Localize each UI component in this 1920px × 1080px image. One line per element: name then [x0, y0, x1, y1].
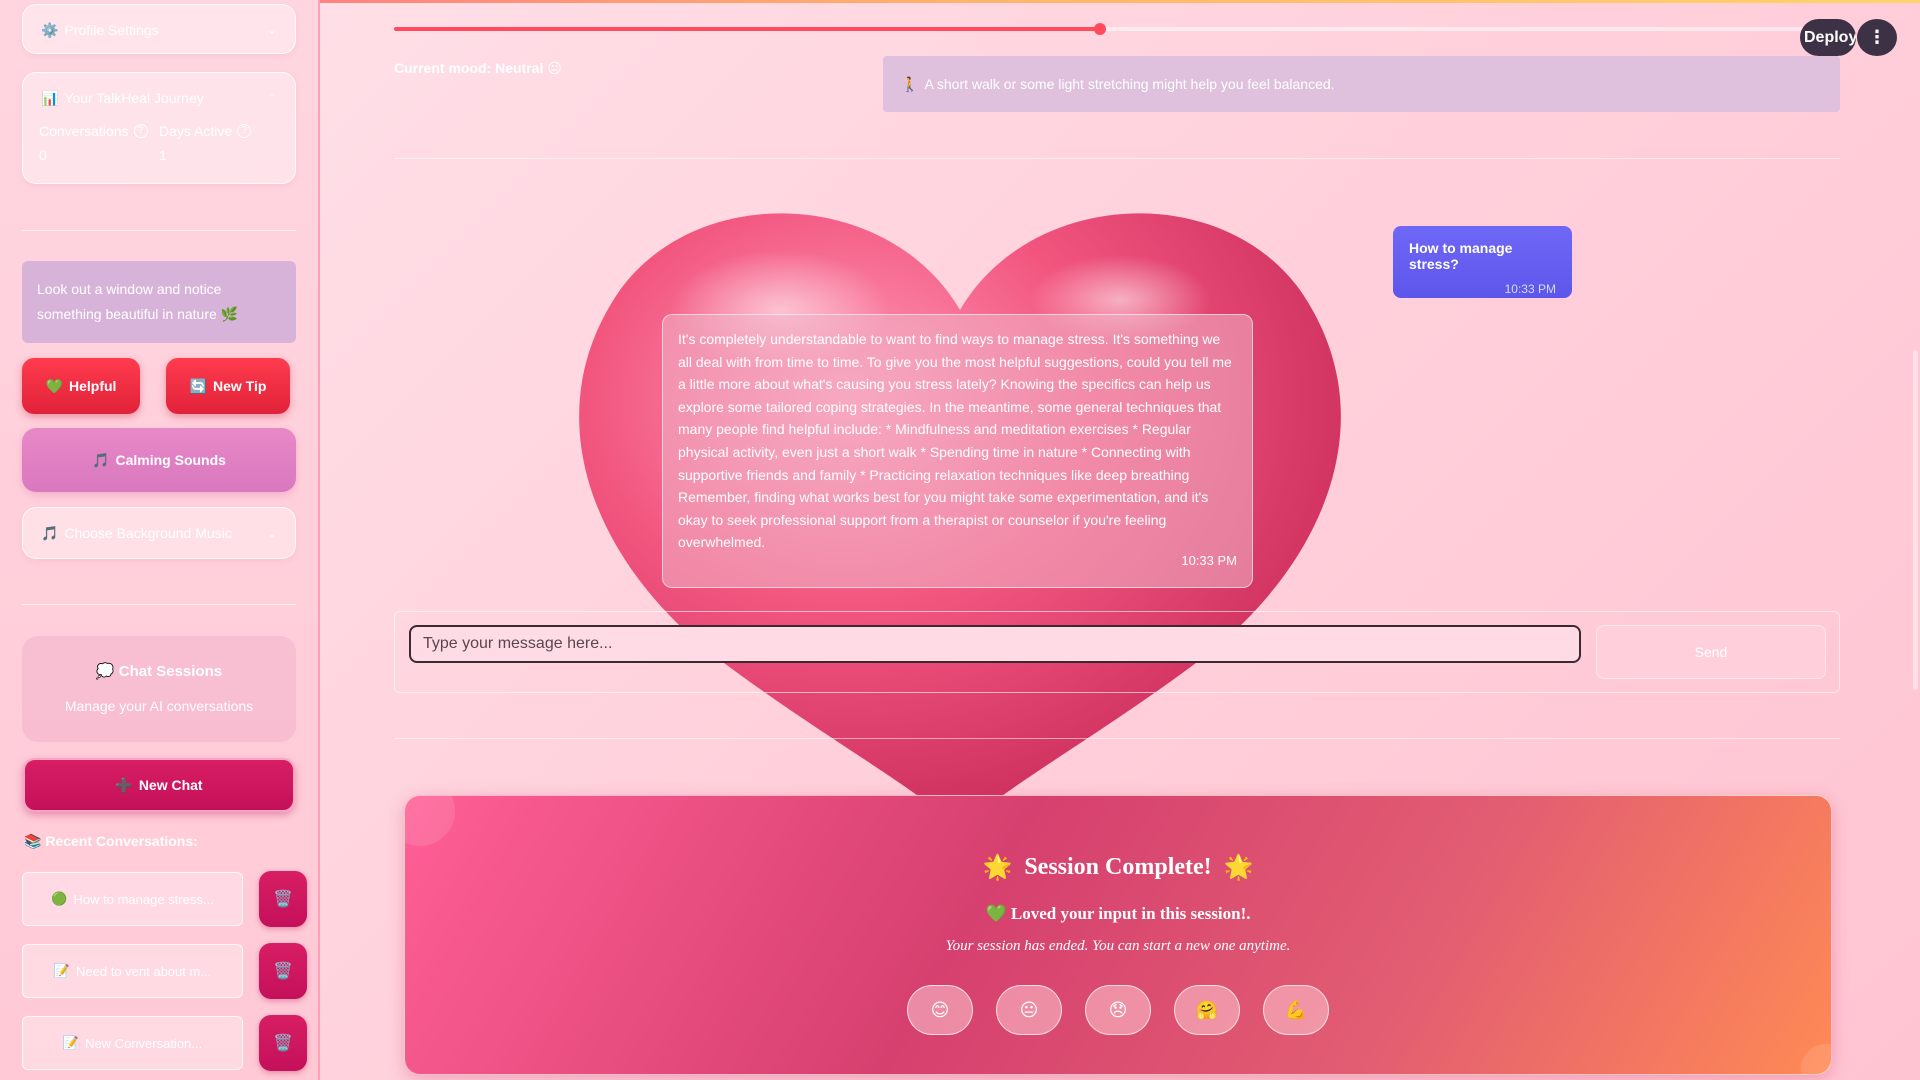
- refresh-icon: 🔄: [189, 377, 207, 394]
- new-chat-label: New Chat: [138, 777, 203, 793]
- journey-label: Your TalkHeal Journey: [64, 90, 204, 106]
- conversation-title: New Conversation...: [85, 1035, 203, 1051]
- sidebar: ⚙️ Profile Settings ⌄ 📊 Your TalkHeal Jo…: [0, 0, 320, 1080]
- chat-sessions-card: 💭 Chat Sessions Manage your AI conversat…: [22, 636, 296, 742]
- message-input[interactable]: [409, 625, 1581, 663]
- green-heart-icon: 💚: [45, 377, 63, 394]
- page-scrollbar[interactable]: [1913, 350, 1918, 690]
- metric-label: Days Active: [159, 123, 233, 139]
- metric-conversations: Conversations? 0: [39, 123, 159, 163]
- thought-bubble-icon: 💭: [95, 663, 115, 680]
- mood-strong-button[interactable]: 💪: [1263, 985, 1329, 1035]
- session-title-text: Session Complete!: [1024, 854, 1212, 880]
- delete-conversation-button[interactable]: 🗑️: [259, 871, 307, 927]
- star-icon: 🌟: [1223, 855, 1254, 881]
- session-title: 🌟 Session Complete! 🌟: [405, 853, 1831, 882]
- journey-header[interactable]: 📊 Your TalkHeal Journey ⌃: [23, 73, 295, 123]
- recent-conversations-label: Recent Conversations:: [45, 833, 198, 849]
- green-heart-icon: 💚: [985, 904, 1007, 923]
- user-message-bubble: How to manage stress? 10:33 PM: [1393, 226, 1572, 298]
- user-message-text: How to manage stress?: [1409, 240, 1513, 272]
- mood-happy-button[interactable]: 😊: [907, 985, 973, 1035]
- journey-expander: 📊 Your TalkHeal Journey ⌃ Conversations?…: [22, 72, 296, 184]
- background-music-label: Choose Background Music: [64, 525, 232, 541]
- session-progress-bar: [394, 23, 1806, 35]
- profile-settings-label: Profile Settings: [64, 22, 159, 38]
- session-feedback-message: 💚 Loved your input in this session!.: [405, 904, 1831, 924]
- music-note-icon: 🎵: [92, 451, 110, 468]
- metric-label: Conversations: [39, 123, 129, 139]
- mood-neutral-button[interactable]: 😐: [996, 985, 1062, 1035]
- sidebar-divider: [22, 604, 296, 605]
- conversation-title: Need to vent about m...: [76, 963, 212, 979]
- help-icon[interactable]: ?: [133, 124, 148, 138]
- gear-icon: ⚙️: [41, 21, 59, 38]
- conversation-title: How to manage stress...: [73, 891, 214, 907]
- chevron-down-icon: ⌄: [266, 23, 277, 37]
- user-message-time: 10:33 PM: [1504, 282, 1556, 296]
- conversation-item[interactable]: 📝 Need to vent about m...: [22, 944, 243, 998]
- books-icon: 📚: [24, 833, 42, 849]
- deploy-button[interactable]: Deploy: [1800, 19, 1856, 56]
- mood-hug-button[interactable]: 🤗: [1174, 985, 1240, 1035]
- send-button[interactable]: Send: [1596, 625, 1826, 679]
- conversation-item[interactable]: 📝 New Conversation...: [22, 1016, 243, 1070]
- green-circle-icon: 🟢: [51, 891, 68, 906]
- divider: [394, 158, 1840, 159]
- delete-conversation-button[interactable]: 🗑️: [259, 943, 307, 999]
- chat-sessions-title: Chat Sessions: [118, 663, 223, 680]
- plus-icon: ➕: [115, 776, 133, 793]
- suggestion-text: A short walk or some light stretching mi…: [924, 76, 1335, 92]
- profile-settings-expander[interactable]: ⚙️ Profile Settings ⌄: [22, 4, 296, 54]
- mood-suggestion: 🚶 A short walk or some light stretching …: [883, 56, 1840, 112]
- background-music-expander[interactable]: 🎵 Choose Background Music ⌄: [22, 507, 296, 559]
- chat-sessions-subtitle: Manage your AI conversations: [64, 698, 254, 714]
- more-menu-icon[interactable]: ⋮: [1857, 19, 1897, 56]
- memo-icon: 📝: [53, 963, 71, 978]
- chevron-down-icon: ⌄: [266, 526, 277, 540]
- current-mood: Current mood: Neutral 😐: [394, 60, 562, 76]
- trash-icon: 🗑️: [273, 891, 293, 908]
- loved-text: Loved your input in this session!.: [1010, 904, 1251, 923]
- star-icon: 🌟: [982, 855, 1013, 881]
- assistant-message-bubble: It's completely understandable to want t…: [662, 314, 1253, 588]
- assistant-message-time: 10:33 PM: [1181, 553, 1237, 569]
- music-note-icon: 🎵: [41, 524, 59, 541]
- decorative-bubble: [1801, 1044, 1831, 1074]
- metric-value: 0: [39, 147, 47, 163]
- new-tip-label: New Tip: [213, 378, 267, 394]
- delete-conversation-button[interactable]: 🗑️: [259, 1015, 307, 1071]
- trash-icon: 🗑️: [273, 963, 293, 980]
- conversation-item[interactable]: 🟢 How to manage stress...: [22, 872, 243, 926]
- assistant-message-text: It's completely understandable to want t…: [678, 331, 1232, 551]
- new-tip-button[interactable]: 🔄 New Tip: [166, 358, 290, 414]
- session-subtitle: Your session has ended. You can start a …: [945, 938, 1291, 954]
- chevron-up-icon: ⌃: [266, 91, 277, 105]
- mood-sad-button[interactable]: 😞: [1085, 985, 1151, 1035]
- journey-metrics: Conversations? 0 Days Active? 1: [23, 123, 295, 163]
- calming-sounds-label: Calming Sounds: [115, 452, 226, 468]
- calming-sounds-button[interactable]: 🎵 Calming Sounds: [22, 428, 296, 492]
- trash-icon: 🗑️: [273, 1035, 293, 1052]
- progress-knob: [1094, 23, 1106, 35]
- walking-person-icon: 🚶: [901, 75, 919, 92]
- help-icon[interactable]: ?: [237, 124, 252, 138]
- helpful-button[interactable]: 💚 Helpful: [22, 358, 140, 414]
- sidebar-divider: [22, 230, 296, 231]
- wellness-tip: Look out a window and notice something b…: [22, 261, 296, 343]
- session-complete-card: 🌟 Session Complete! 🌟 💚 Loved your input…: [404, 795, 1832, 1075]
- memo-icon: 📝: [62, 1035, 80, 1050]
- progress-fill: [394, 27, 1100, 31]
- metric-value: 1: [159, 147, 167, 163]
- metric-days-active: Days Active? 1: [159, 123, 279, 163]
- new-chat-button[interactable]: ➕ New Chat: [23, 758, 295, 812]
- helpful-label: Helpful: [68, 378, 117, 394]
- divider: [394, 738, 1840, 739]
- recent-conversations-heading: 📚 Recent Conversations:: [24, 833, 198, 850]
- chart-icon: 📊: [41, 89, 59, 106]
- mood-rating-row: 😊 😐 😞 🤗 💪: [405, 985, 1831, 1035]
- decorative-bubble: [405, 796, 455, 846]
